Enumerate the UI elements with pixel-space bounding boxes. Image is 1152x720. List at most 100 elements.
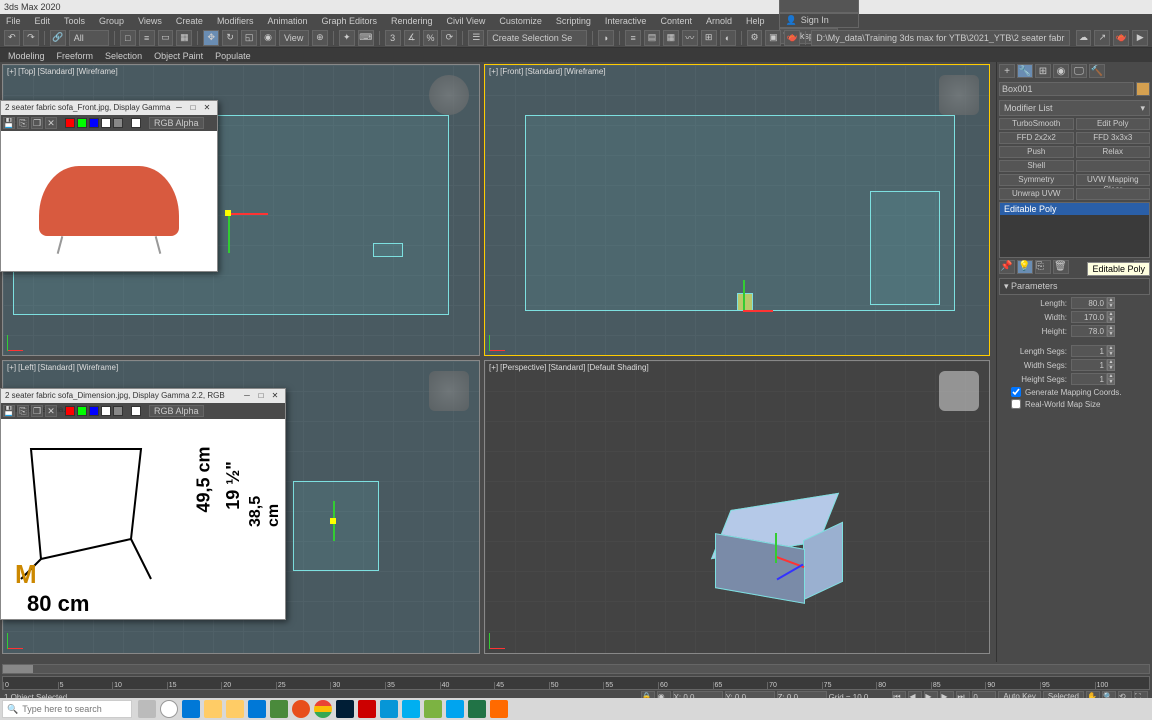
modifier-list-dropdown[interactable]: Modifier List▾ [999,100,1150,116]
iv-red-channel[interactable] [65,118,75,128]
width-field[interactable] [1071,311,1107,323]
image-viewer-sofa-front[interactable]: 2 seater fabric sofa_Front.jpg, Display … [0,100,218,272]
iv-swatch-white[interactable] [131,406,141,416]
menu-views[interactable]: Views [138,16,162,26]
iv-alpha-channel[interactable] [101,118,111,128]
viewport-persp-label[interactable]: [+][Perspective][Standard][Default Shadi… [489,363,651,372]
layer-explorer-button[interactable]: ▤ [644,30,660,46]
hierarchy-tab[interactable]: ⊞ [1035,64,1051,78]
toggle-ribbon-button[interactable]: ▦ [663,30,679,46]
mod-edit-poly[interactable]: Edit Poly [1076,118,1151,130]
height-field[interactable] [1071,325,1107,337]
iv-blue-channel[interactable] [89,118,99,128]
viewport-left-label[interactable]: [+][Left][Standard][Wireframe] [7,363,120,372]
menu-modifiers[interactable]: Modifiers [217,16,254,26]
snap-toggle-button[interactable]: 3 [385,30,401,46]
ribbon-freeform[interactable]: Freeform [57,51,94,61]
spinner-down-icon[interactable]: ▼ [1107,379,1115,385]
menu-edit[interactable]: Edit [35,16,51,26]
select-place-button[interactable]: ◉ [260,30,276,46]
stack-item-editable-poly[interactable]: Editable Poly [1000,203,1149,215]
ribbon-modeling[interactable]: Modeling [8,51,45,61]
viewcube-top[interactable] [429,75,469,115]
viewport-perspective[interactable]: [+][Perspective][Standard][Default Shadi… [484,360,990,654]
viewcube-left[interactable] [429,371,469,411]
search-field[interactable] [779,0,859,13]
menu-group[interactable]: Group [99,16,124,26]
menu-graph-editors[interactable]: Graph Editors [321,16,377,26]
iv-clear-icon[interactable]: ✕ [45,117,57,129]
share-view-button[interactable]: ↗ [1094,30,1110,46]
iv-red-channel[interactable] [65,406,75,416]
select-move-button[interactable]: ✥ [203,30,219,46]
time-slider-handle[interactable] [3,665,33,673]
link-button[interactable]: 🔗 [50,30,66,46]
mirror-button[interactable]: ◗ [598,30,614,46]
select-object-button[interactable]: □ [120,30,136,46]
menu-scripting[interactable]: Scripting [556,16,591,26]
menu-animation[interactable]: Animation [267,16,307,26]
menu-rendering[interactable]: Rendering [391,16,433,26]
menu-content[interactable]: Content [660,16,692,26]
mod-relax[interactable]: Relax [1076,146,1151,158]
menu-file[interactable]: File [6,16,21,26]
taskbar-skype[interactable] [402,700,420,718]
viewport-front-label[interactable]: [+][Front][Standard][Wireframe] [489,67,608,76]
iv-clone-icon[interactable]: ❐ [31,117,43,129]
iv-channel-dropdown[interactable]: RGB Alpha [149,405,204,417]
iv-green-channel[interactable] [77,406,87,416]
named-selection-dropdown[interactable]: Create Selection Se [487,30,587,46]
iv-blue-channel[interactable] [89,406,99,416]
menu-customize[interactable]: Customize [499,16,542,26]
ribbon-populate[interactable]: Populate [215,51,251,61]
spinner-snap-button[interactable]: ⟳ [441,30,457,46]
render-teapot-button[interactable]: 🫖 [1113,30,1129,46]
use-pivot-button[interactable]: ⊕ [312,30,328,46]
redo-button[interactable]: ↷ [23,30,39,46]
time-slider[interactable] [2,664,1150,674]
mod-uvw-mapping-clear[interactable]: UVW Mapping Clear [1076,174,1151,186]
object-color-swatch[interactable] [1136,82,1150,96]
modify-tab[interactable]: 🔧 [1017,64,1033,78]
minimize-icon[interactable]: ─ [241,389,253,403]
modifier-stack[interactable]: Editable Poly [999,202,1150,258]
undo-button[interactable]: ↶ [4,30,20,46]
taskbar-3dsmax[interactable] [380,700,398,718]
mod-ffd-3x3x3[interactable]: FFD 3x3x3 [1076,132,1151,144]
iv-swatch-white[interactable] [131,118,141,128]
mod-symmetry[interactable]: Symmetry [999,174,1074,186]
menu-civil-view[interactable]: Civil View [447,16,486,26]
spinner-down-icon[interactable]: ▼ [1107,331,1115,337]
menu-interactive[interactable]: Interactive [605,16,647,26]
edit-named-selection-button[interactable]: ☰ [468,30,484,46]
image-viewer-1-titlebar[interactable]: 2 seater fabric sofa_Front.jpg, Display … [1,101,217,115]
iv-green-channel[interactable] [77,118,87,128]
task-view-button[interactable] [138,700,156,718]
mod-unwrap-uvw[interactable]: Unwrap UVW [999,188,1074,200]
curve-editor-button[interactable]: 〰 [682,30,698,46]
close-icon[interactable]: ✕ [269,389,281,403]
taskbar-app4[interactable] [446,700,464,718]
mod-ffd-2x2x2[interactable]: FFD 2x2x2 [999,132,1074,144]
render-production-button[interactable]: ▶ [1132,30,1148,46]
taskbar-app3[interactable] [424,700,442,718]
ref-coord-dropdown[interactable]: View [279,30,309,46]
select-scale-button[interactable]: ◱ [241,30,257,46]
taskbar-edge[interactable] [182,700,200,718]
taskbar-mail[interactable] [248,700,266,718]
show-end-result-button[interactable]: 💡 [1017,260,1033,274]
lsegs-field[interactable] [1071,345,1107,357]
iv-copy-icon[interactable]: ⎘ [17,117,29,129]
open-autodesk-button[interactable]: ☁ [1076,30,1092,46]
taskbar-app2[interactable] [358,700,376,718]
mod-push[interactable]: Push [999,146,1074,158]
taskbar-opera[interactable] [292,700,310,718]
iv-mono-channel[interactable] [113,118,123,128]
create-tab[interactable]: + [999,64,1015,78]
viewcube-front[interactable] [939,75,979,115]
spinner-down-icon[interactable]: ▼ [1107,365,1115,371]
mod-blank2[interactable] [1076,188,1151,200]
select-manipulate-button[interactable]: ✦ [339,30,355,46]
taskbar-search[interactable]: 🔍 Type here to search [2,700,132,718]
taskbar-app5[interactable] [490,700,508,718]
